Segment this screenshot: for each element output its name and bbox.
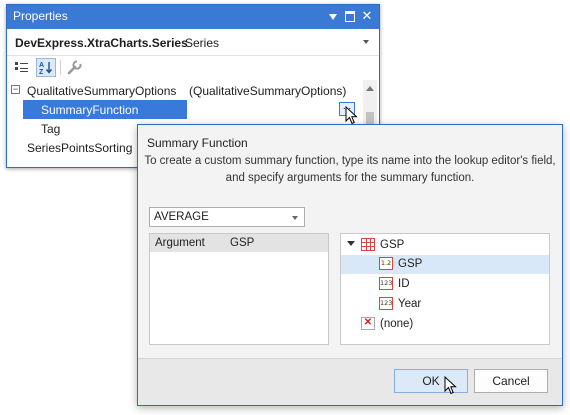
tree-node-none[interactable]: ✕ (none) [341, 315, 549, 334]
tree-node-label: Year [398, 298, 422, 310]
toolbar-separator [60, 60, 61, 75]
tree-node-label: GSP [398, 258, 423, 270]
tree-node-field[interactable]: 123 ID [341, 275, 549, 294]
categorized-icon[interactable] [12, 58, 32, 77]
svg-text:Z: Z [39, 69, 44, 76]
tree-node-label: (none) [380, 318, 414, 330]
argument-value[interactable]: GSP [230, 237, 254, 249]
property-value: (QualitativeSummaryOptions) [189, 84, 347, 98]
table-icon [361, 238, 375, 251]
chevron-down-icon[interactable] [347, 241, 355, 246]
function-value: AVERAGE [154, 211, 209, 223]
dialog-footer: OK Cancel [138, 358, 562, 405]
numeric-field-icon: 1.2 [379, 257, 393, 270]
mouse-cursor-icon [345, 106, 358, 125]
none-icon: ✕ [361, 317, 375, 330]
close-icon[interactable]: ✕ [359, 8, 375, 24]
property-name: SummaryFunction [41, 103, 139, 117]
object-type: Series [185, 36, 220, 50]
alphabetical-icon[interactable]: A Z [36, 58, 56, 77]
dialog-description: To create a custom summary function, typ… [138, 153, 562, 187]
arguments-grid: Argument GSP [149, 233, 329, 345]
title-bar[interactable]: Properties ✕ [7, 5, 379, 29]
description-line: To create a custom summary function, typ… [144, 155, 556, 167]
description-line: and specify arguments for the summary fu… [225, 172, 475, 184]
summary-function-dialog: Summary Function To create a custom summ… [137, 124, 563, 406]
property-row[interactable]: − QualitativeSummaryOptions (Qualitative… [7, 81, 363, 100]
object-selector[interactable]: DevExpress.XtraCharts.Series Series [7, 29, 379, 56]
argument-name: Argument [155, 237, 205, 249]
svg-text:A: A [39, 62, 44, 69]
tree-node-root[interactable]: GSP [341, 236, 549, 255]
property-row-selected[interactable]: SummaryFunction ... [7, 100, 363, 119]
dropdown-arrow-icon[interactable] [325, 8, 341, 24]
property-name: SeriesPointsSorting [27, 141, 133, 155]
integer-field-icon: 123 [379, 297, 393, 310]
chevron-down-icon[interactable] [363, 40, 369, 44]
tree-node-label: ID [398, 278, 410, 290]
tree-node-field[interactable]: 123 Year [341, 295, 549, 314]
object-name: DevExpress.XtraCharts.Series [15, 36, 188, 50]
dialog-title: Summary Function [147, 136, 248, 150]
properties-toolbar: A Z [7, 55, 379, 80]
function-lookup-editor[interactable]: AVERAGE [149, 207, 305, 227]
scroll-up-icon[interactable] [366, 86, 374, 91]
collapse-icon[interactable]: − [11, 85, 20, 94]
wrench-icon[interactable] [64, 58, 84, 77]
chevron-down-icon[interactable] [292, 216, 298, 220]
argument-row[interactable]: Argument GSP [150, 234, 328, 252]
property-name: QualitativeSummaryOptions [27, 84, 177, 98]
window-title: Properties [13, 9, 68, 23]
cancel-button[interactable]: Cancel [474, 369, 548, 393]
property-name: Tag [41, 122, 61, 136]
tree-node-field[interactable]: 1.2 GSP [341, 255, 549, 274]
tree-node-label: GSP [380, 239, 405, 251]
data-member-tree: GSP 1.2 GSP 123 ID 123 Year ✕ (none) [340, 233, 550, 345]
integer-field-icon: 123 [379, 277, 393, 290]
mouse-cursor-icon [444, 376, 457, 395]
maximize-icon[interactable] [342, 8, 358, 24]
